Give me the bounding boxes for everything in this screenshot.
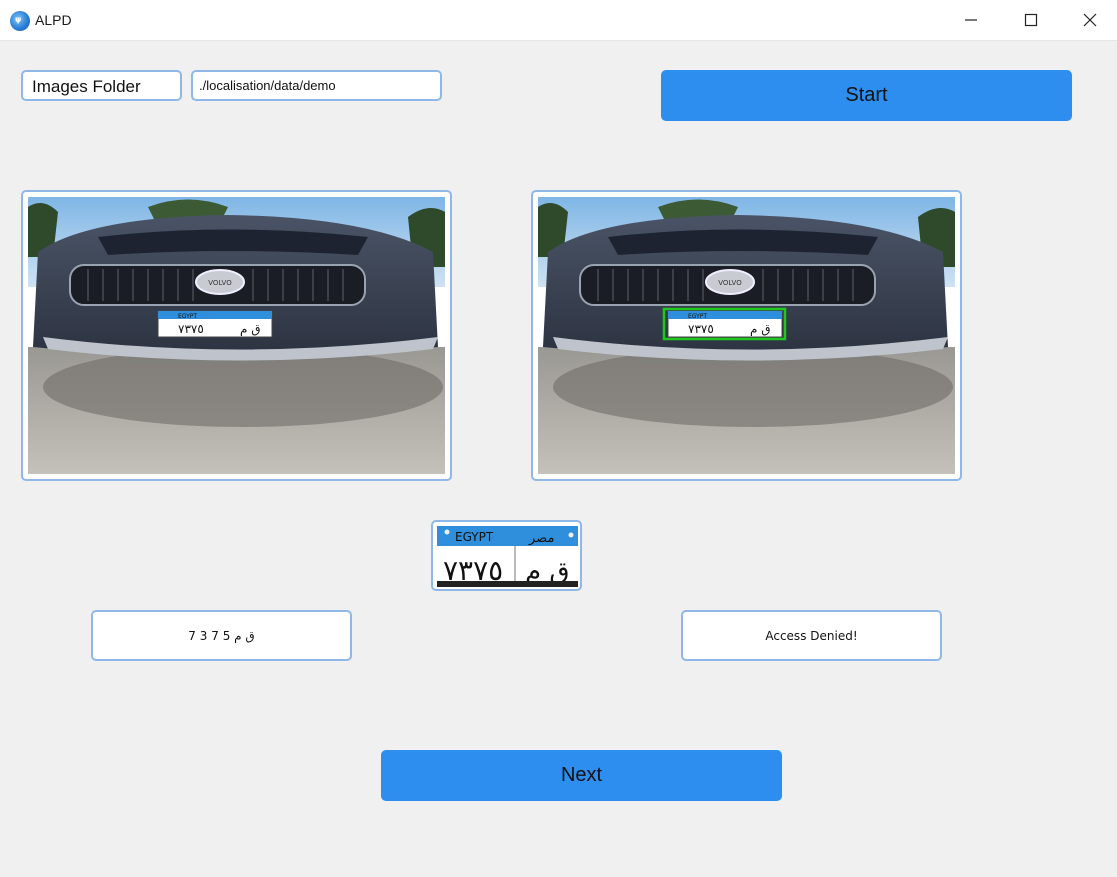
close-icon: [1083, 13, 1097, 27]
next-button[interactable]: Next: [381, 750, 782, 801]
original-car-image: VOLVO EGYPT ٧٣٧٥ ق م: [28, 197, 445, 474]
plate-text-output: ق م 5 7 3 7: [91, 610, 352, 661]
minimize-icon: [965, 19, 977, 21]
images-folder-label: Images Folder: [21, 70, 182, 101]
folder-path-input[interactable]: [191, 70, 442, 101]
detection-image-panel: VOLVO EGYPT ٧٣٧٥ ق م: [531, 190, 962, 481]
svg-text:٧٣٧٥: ٧٣٧٥: [688, 322, 714, 336]
svg-text:EGYPT: EGYPT: [178, 313, 197, 320]
svg-text:مصر: مصر: [528, 531, 554, 546]
detected-car-image: VOLVO EGYPT ٧٣٧٥ ق م: [538, 197, 955, 474]
original-image-panel: VOLVO EGYPT ٧٣٧٥ ق م: [21, 190, 452, 481]
svg-text:٧٣٧٥: ٧٣٧٥: [178, 322, 204, 336]
close-button[interactable]: [1067, 0, 1113, 40]
title-bar: ψ ALPD: [0, 0, 1117, 41]
svg-text:VOLVO: VOLVO: [208, 279, 232, 287]
svg-text:ق م: ق م: [750, 322, 771, 336]
svg-text:ق م: ق م: [240, 322, 261, 336]
maximize-button[interactable]: [1008, 0, 1054, 40]
window-title: ALPD: [35, 12, 72, 28]
access-status-output: Access Denied!: [681, 610, 942, 661]
minimize-button[interactable]: [948, 0, 994, 40]
svg-text:EGYPT: EGYPT: [455, 530, 494, 544]
svg-text:EGYPT: EGYPT: [688, 313, 707, 320]
maximize-icon: [1024, 13, 1038, 27]
cropped-plate-panel: EGYPT مصر ٧٣٧٥ ق م: [431, 520, 582, 591]
svg-text:VOLVO: VOLVO: [718, 279, 742, 287]
app-icon-glyph: ψ: [15, 15, 22, 24]
app-icon: ψ: [10, 11, 30, 31]
cropped-plate-image: EGYPT مصر ٧٣٧٥ ق م: [437, 526, 578, 587]
start-button[interactable]: Start: [661, 70, 1072, 121]
